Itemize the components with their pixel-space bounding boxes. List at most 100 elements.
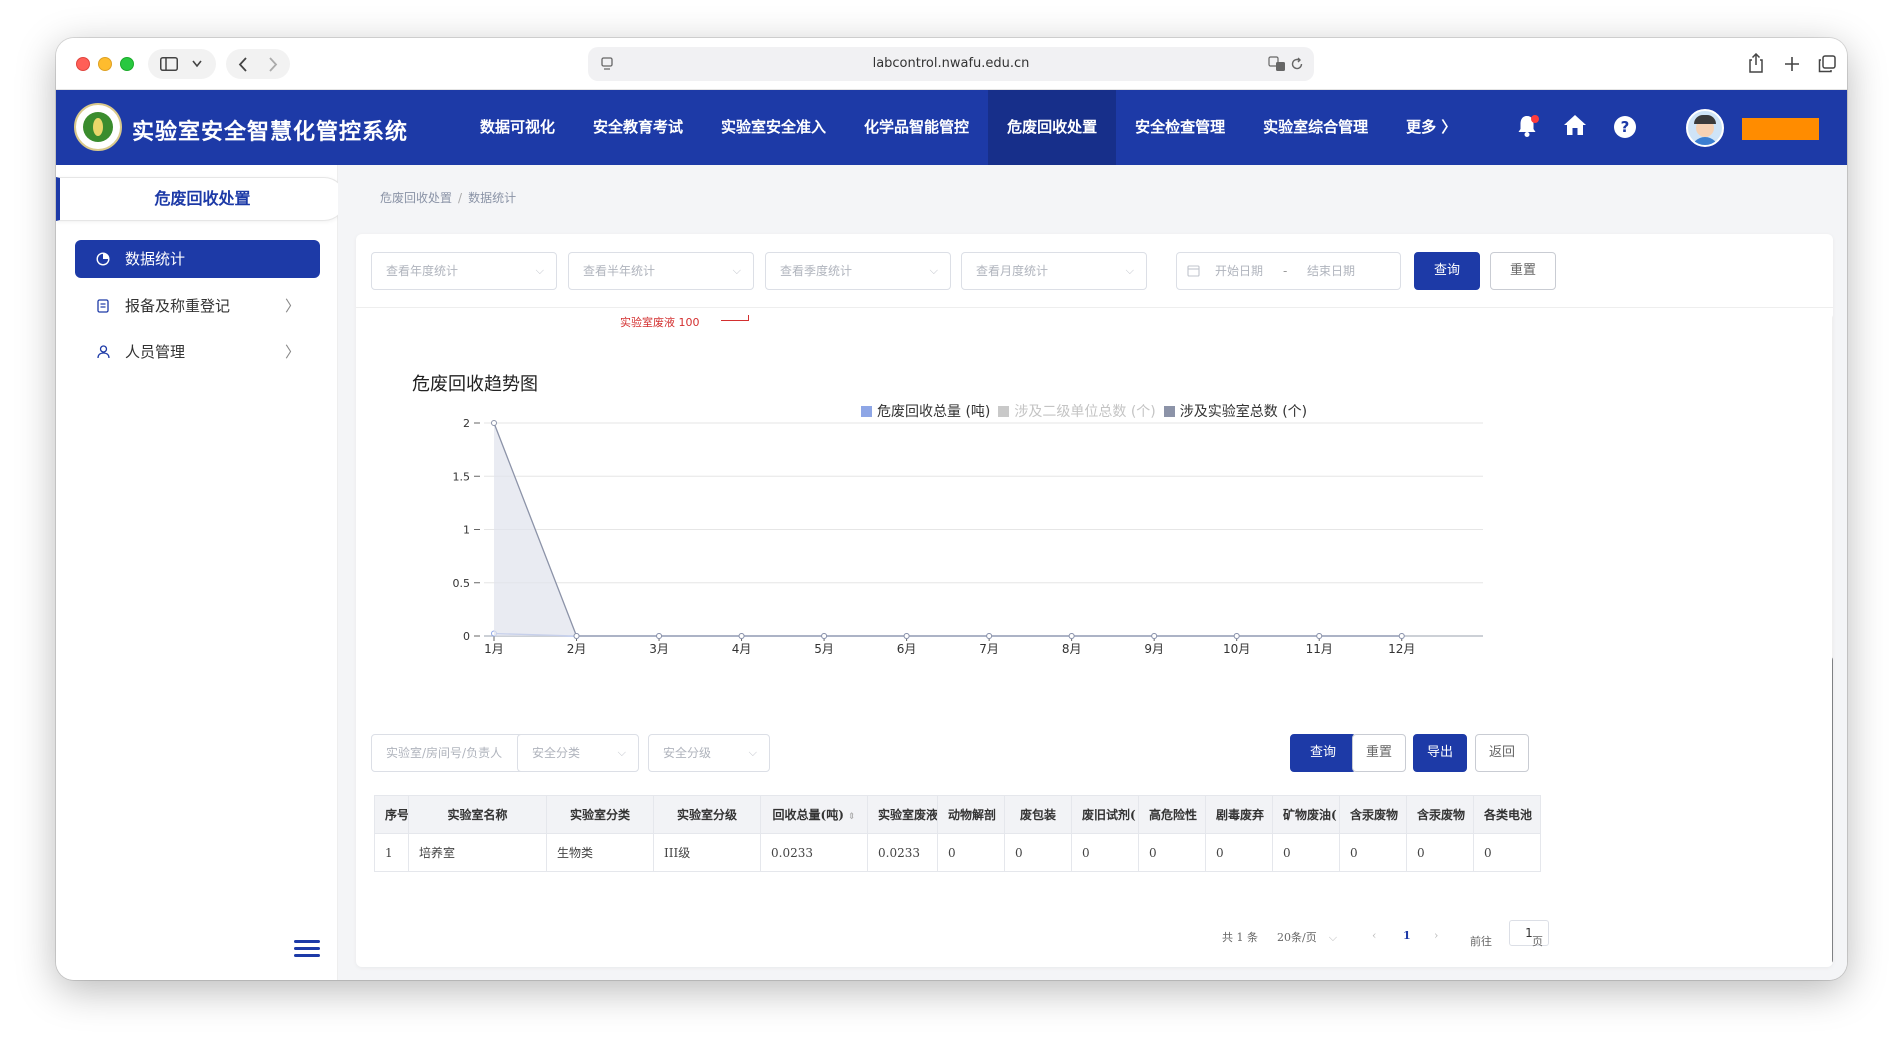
next-page-icon[interactable]: › xyxy=(1434,929,1438,942)
data-point[interactable] xyxy=(491,420,497,426)
sidebar-item-personnel[interactable]: 人员管理 〉 xyxy=(75,333,320,371)
table-cell: 0 xyxy=(1205,833,1273,872)
nav-item-6[interactable]: 实验室综合管理 xyxy=(1244,90,1387,165)
column-header: 剧毒废弃 xyxy=(1205,795,1273,834)
current-page[interactable]: 1 xyxy=(1403,929,1411,942)
nav-item-5[interactable]: 安全检查管理 xyxy=(1116,90,1244,165)
lab-waste-table: 序号 实验室名称 实验室分类 实验室分级 回收总量(吨) ⇕ 实验室废液 动物解剖 废包装 废旧试… xyxy=(374,795,1541,872)
x-tick-label: 9月 xyxy=(1144,642,1164,656)
collapse-menu-icon[interactable] xyxy=(294,940,320,962)
table-cell: 1 xyxy=(374,833,409,872)
column-header: 实验室分级 xyxy=(653,795,761,834)
nav-item-0[interactable]: 数据可视化 xyxy=(461,90,574,165)
data-point[interactable] xyxy=(903,633,910,639)
goto-label: 前往 xyxy=(1470,935,1492,948)
chevron-right-icon: 〉 xyxy=(284,297,300,315)
scrollbar-thumb[interactable] xyxy=(1832,656,1833,964)
pager-total: 共 1 条 xyxy=(1222,931,1258,944)
main-nav: 数据可视化 安全教育考试 实验室安全准入 化学品智能管控 危废回收处置 安全检查管理 实验室… xyxy=(461,90,1475,165)
safety-category-select[interactable]: 安全分类 ⌵ xyxy=(517,734,639,772)
close-window-button[interactable] xyxy=(76,57,90,71)
column-header[interactable]: 回收总量(吨) ⇕ xyxy=(760,795,868,834)
nav-item-7[interactable]: 更多 〉 xyxy=(1387,90,1475,165)
share-icon[interactable] xyxy=(1748,53,1764,73)
lab-search-placeholder: 实验室/房间号/负责人 xyxy=(386,746,503,760)
safety-level-select[interactable]: 安全分级 ⌵ xyxy=(648,734,770,772)
chevron-down-icon: ⌵ xyxy=(1328,931,1338,944)
data-point[interactable] xyxy=(986,633,993,639)
sort-icon[interactable]: ⇕ xyxy=(848,812,856,822)
forward-icon[interactable] xyxy=(268,57,278,72)
column-header-label: 实验室分级 xyxy=(676,808,737,822)
back-button[interactable]: 返回 xyxy=(1475,734,1529,772)
column-header: 废包装 xyxy=(1004,795,1072,834)
sidebar-toggle[interactable] xyxy=(148,49,216,79)
goto-page-input[interactable]: 1 xyxy=(1509,920,1549,946)
page-unit-label: 页 xyxy=(1532,935,1543,948)
table-cell: 培养室 xyxy=(408,833,547,872)
y-tick-label: 0 xyxy=(463,630,470,643)
nav-item-2[interactable]: 实验室安全准入 xyxy=(702,90,845,165)
nav-item-3[interactable]: 化学品智能管控 xyxy=(845,90,988,165)
x-tick-label: 1月 xyxy=(484,642,504,656)
document-icon xyxy=(93,287,113,325)
x-tick-label: 11月 xyxy=(1306,642,1333,656)
data-point[interactable] xyxy=(1316,633,1323,639)
data-point[interactable] xyxy=(1398,633,1405,639)
table-cell: 0 xyxy=(1272,833,1340,872)
nav-item-1[interactable]: 安全教育考试 xyxy=(574,90,702,165)
tab-overview-icon[interactable] xyxy=(1818,55,1836,73)
app-title: 实验室安全智慧化管控系统 xyxy=(132,120,409,145)
sidebar-item-data-stats[interactable]: 数据统计 xyxy=(75,240,320,278)
data-point[interactable] xyxy=(738,633,745,639)
back-icon[interactable] xyxy=(238,57,248,72)
data-point[interactable] xyxy=(821,633,828,639)
prev-page-icon[interactable]: ‹ xyxy=(1372,929,1376,942)
column-header: 含汞废物 xyxy=(1339,795,1407,834)
lab-search-input[interactable]: 实验室/房间号/负责人 xyxy=(371,734,537,772)
user-icon xyxy=(93,333,113,371)
data-point[interactable] xyxy=(1151,633,1158,639)
help-icon[interactable]: ? xyxy=(1614,116,1636,138)
address-bar[interactable]: labcontrol.nwafu.edu.cn xyxy=(588,47,1314,81)
breadcrumb-root[interactable]: 危废回收处置 xyxy=(380,191,452,205)
x-tick-label: 6月 xyxy=(897,642,917,656)
column-header: 各类电池 xyxy=(1473,795,1541,834)
translate-icon[interactable] xyxy=(1268,56,1286,72)
table-cell: 0.0233 xyxy=(867,833,938,872)
table-reset-button[interactable]: 重置 xyxy=(1352,734,1406,772)
breadcrumb-separator: / xyxy=(458,191,463,205)
data-point[interactable] xyxy=(573,633,580,639)
nav-item-4[interactable]: 危废回收处置 xyxy=(988,90,1117,165)
page-size-value: 20条/页 xyxy=(1277,931,1317,944)
y-tick-label: 1 xyxy=(463,524,470,537)
table-row[interactable]: 1 培养室 生物类 III级 0.0233 0.0233 0 0 0 0 0 0 0 0 0 xyxy=(374,833,1541,872)
reload-icon[interactable] xyxy=(1290,57,1304,71)
breadcrumb-current: 数据统计 xyxy=(468,191,517,205)
content-scrollbar[interactable] xyxy=(1832,314,1833,964)
new-tab-icon[interactable] xyxy=(1784,56,1800,72)
chevron-down-icon: ⌵ xyxy=(748,746,757,759)
export-button[interactable]: 导出 xyxy=(1413,734,1467,772)
table-cell: 0.0233 xyxy=(760,833,868,872)
column-header-label: 废包装 xyxy=(1019,808,1056,822)
sidebar-item-report-weigh[interactable]: 报备及称重登记 〉 xyxy=(75,287,320,325)
home-icon[interactable] xyxy=(1562,114,1588,140)
notification-dot xyxy=(1531,115,1539,123)
column-header-label: 高危险性 xyxy=(1149,808,1198,822)
notification-bell-icon[interactable] xyxy=(1514,114,1540,140)
x-tick-label: 3月 xyxy=(649,642,669,656)
maximize-window-button[interactable] xyxy=(120,57,134,71)
user-avatar[interactable] xyxy=(1686,109,1724,147)
minimize-window-button[interactable] xyxy=(98,57,112,71)
data-point[interactable] xyxy=(1233,633,1240,639)
page-size-select[interactable]: 20条/页 ⌵ xyxy=(1277,929,1337,945)
data-point[interactable] xyxy=(656,633,663,639)
data-point[interactable] xyxy=(1068,633,1075,639)
sidebar: 危废回收处置 数据统计 报备及称重登记 〉 人员管理 〉 xyxy=(56,165,346,980)
table-query-button[interactable]: 查询 xyxy=(1290,734,1356,772)
column-header: 高危险性 xyxy=(1138,795,1206,834)
column-header-label: 各类电池 xyxy=(1484,808,1533,822)
user-name-redacted[interactable] xyxy=(1742,118,1819,140)
x-tick-label: 5月 xyxy=(814,642,834,656)
